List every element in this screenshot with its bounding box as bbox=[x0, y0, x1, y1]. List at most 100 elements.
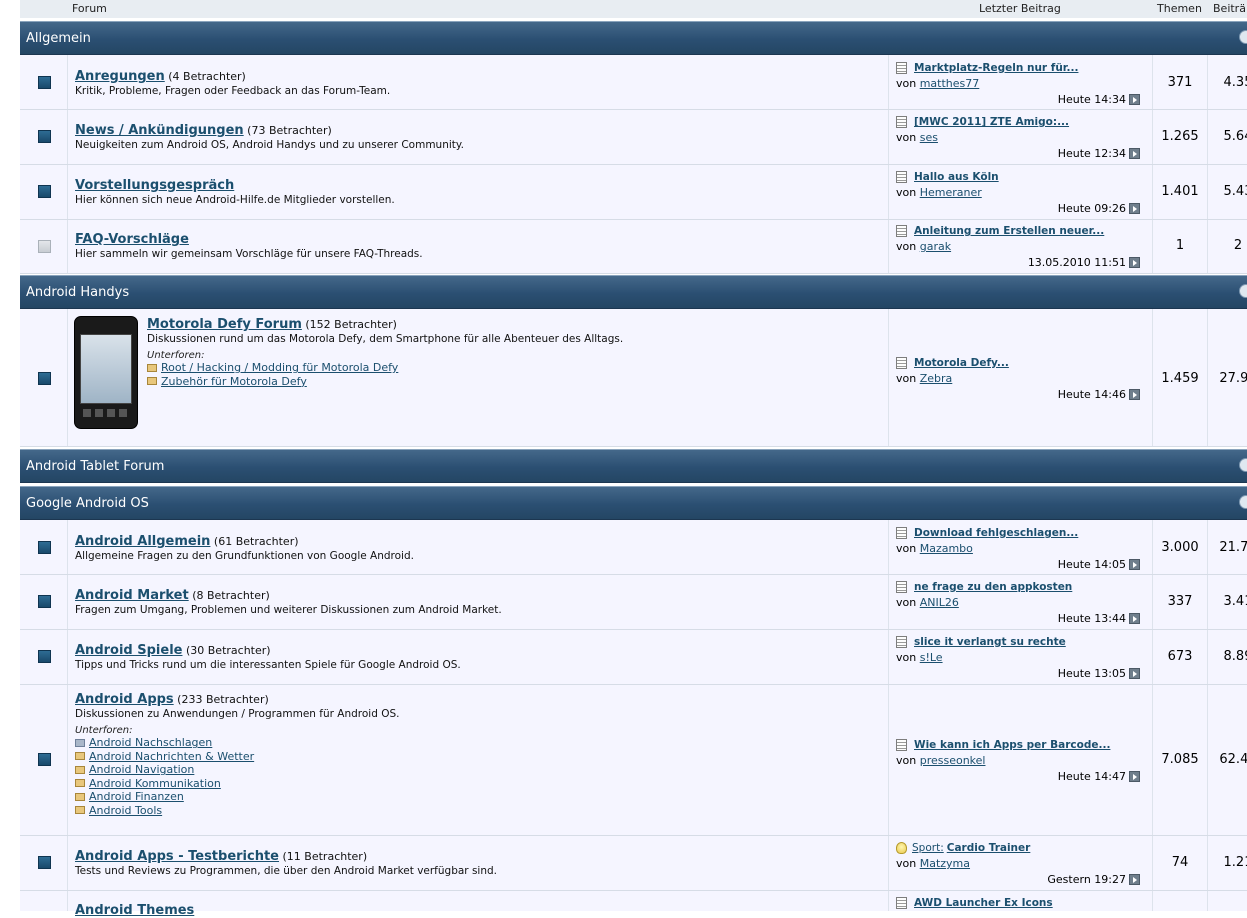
go-to-last-post-icon[interactable] bbox=[1129, 668, 1140, 679]
subforum-link[interactable]: Root / Hacking / Modding für Motorola De… bbox=[161, 361, 398, 374]
last-post-time: Heute 12:34 bbox=[1057, 147, 1126, 160]
subforum-item: Android Nachschlagen bbox=[75, 736, 399, 750]
collapse-icon[interactable] bbox=[1239, 30, 1247, 44]
last-post-user[interactable]: Matzyma bbox=[920, 857, 970, 870]
last-post-time: Heute 14:34 bbox=[1057, 93, 1126, 106]
forum-row: Vorstellungsgespräch Hier können sich ne… bbox=[20, 165, 1247, 220]
go-to-last-post-icon[interactable] bbox=[1129, 613, 1140, 624]
subforum-link[interactable]: Android Navigation bbox=[89, 763, 194, 776]
subforum-link[interactable]: Android Nachrichten & Wetter bbox=[89, 750, 254, 763]
last-post-title[interactable]: Marktplatz-Regeln nur für... bbox=[914, 62, 1078, 74]
last-post-user[interactable]: presseonkel bbox=[920, 754, 986, 767]
viewer-count: (4 Betrachter) bbox=[168, 70, 246, 83]
forum-row: Android Allgemein (61 Betrachter) Allgem… bbox=[20, 520, 1247, 575]
forum-link[interactable]: Android Apps bbox=[75, 692, 174, 707]
section-header-android-tablet-forum[interactable]: Android Tablet Forum bbox=[20, 449, 1247, 483]
last-post-user[interactable]: s!Le bbox=[920, 651, 943, 664]
thread-icon bbox=[896, 636, 907, 648]
last-post-title[interactable]: AWD Launcher Ex Icons bbox=[914, 897, 1053, 909]
forum-link[interactable]: FAQ-Vorschläge bbox=[75, 232, 189, 247]
section-header-allgemein[interactable]: Allgemein bbox=[20, 21, 1247, 55]
thread-prefix[interactable]: Sport: bbox=[912, 842, 944, 854]
last-post-title[interactable]: Hallo aus Köln bbox=[914, 171, 999, 183]
forum-status-new-icon bbox=[38, 753, 51, 766]
subforum-link[interactable]: Android Nachschlagen bbox=[89, 736, 212, 749]
forum-row: News / Ankündigungen (73 Betrachter) Neu… bbox=[20, 110, 1247, 165]
forum-link[interactable]: Motorola Defy Forum bbox=[147, 317, 302, 332]
last-post-title[interactable]: slice it verlangt su rechte bbox=[914, 636, 1066, 648]
last-post-title[interactable]: Motorola Defy... bbox=[914, 357, 1009, 369]
forum-link[interactable]: Vorstellungsgespräch bbox=[75, 178, 234, 193]
by-label: von bbox=[896, 186, 917, 199]
last-post-user[interactable]: Mazambo bbox=[920, 542, 973, 555]
forum-status-new-icon bbox=[38, 372, 51, 385]
go-to-last-post-icon[interactable] bbox=[1129, 771, 1140, 782]
forum-link[interactable]: Android Allgemein bbox=[75, 534, 210, 549]
subforum-link[interactable]: Zubehör für Motorola Defy bbox=[161, 375, 307, 388]
viewer-count: (8 Betrachter) bbox=[192, 589, 270, 602]
last-post-user[interactable]: matthes77 bbox=[920, 77, 980, 90]
column-header-row: Forum Letzter Beitrag Themen Beiträ bbox=[20, 0, 1247, 18]
last-post-user[interactable]: Zebra bbox=[920, 372, 953, 385]
forum-link[interactable]: Android Market bbox=[75, 588, 189, 603]
section-title: Android Tablet Forum bbox=[26, 459, 165, 474]
collapse-icon[interactable] bbox=[1239, 284, 1247, 298]
last-post-user[interactable]: garak bbox=[920, 240, 951, 253]
go-to-last-post-icon[interactable] bbox=[1129, 874, 1140, 885]
thread-count: 673 bbox=[1167, 649, 1193, 664]
forum-status-new-icon bbox=[38, 76, 51, 89]
forum-link[interactable]: News / Ankündigungen bbox=[75, 123, 244, 138]
subforum-item: Android Kommunikation bbox=[75, 777, 399, 791]
last-post-user[interactable]: ses bbox=[920, 131, 938, 144]
last-post-title[interactable]: Download fehlgeschlagen... bbox=[914, 527, 1078, 539]
last-post-time: Heute 09:26 bbox=[1057, 202, 1126, 215]
forum-link[interactable]: Android Apps - Testberichte bbox=[75, 849, 279, 864]
by-label: von bbox=[896, 754, 917, 767]
forum-status-old-icon bbox=[38, 240, 51, 253]
subforum-item: Android Finanzen bbox=[75, 790, 399, 804]
folder-icon bbox=[147, 377, 157, 386]
go-to-last-post-icon[interactable] bbox=[1129, 389, 1140, 400]
by-label: von bbox=[896, 651, 917, 664]
forum-row: Android Apps (233 Betrachter) Diskussion… bbox=[20, 685, 1247, 836]
forum-row: Android Apps - Testberichte (11 Betracht… bbox=[20, 836, 1247, 891]
last-post-title[interactable]: Wie kann ich Apps per Barcode... bbox=[914, 739, 1110, 751]
subforum-link[interactable]: Android Finanzen bbox=[89, 790, 184, 803]
last-post-time: 13.05.2010 11:51 bbox=[1027, 256, 1126, 269]
post-count: 21.70 bbox=[1219, 540, 1247, 555]
go-to-last-post-icon[interactable] bbox=[1129, 148, 1140, 159]
last-post-title[interactable]: ne frage zu den appkosten bbox=[914, 581, 1072, 593]
collapse-icon[interactable] bbox=[1239, 458, 1247, 472]
folder-icon bbox=[75, 792, 85, 801]
forum-description: Kritik, Probleme, Fragen oder Feedback a… bbox=[75, 85, 391, 97]
go-to-last-post-icon[interactable] bbox=[1129, 257, 1140, 268]
forum-status-new-icon bbox=[38, 856, 51, 869]
thread-icon bbox=[896, 357, 907, 369]
last-post-title[interactable]: Cardio Trainer bbox=[947, 842, 1031, 854]
post-count: 27.91 bbox=[1219, 371, 1247, 386]
go-to-last-post-icon[interactable] bbox=[1129, 559, 1140, 570]
section-header-google-android-os[interactable]: Google Android OS bbox=[20, 486, 1247, 520]
thread-icon bbox=[896, 739, 907, 751]
forum-link[interactable]: Anregungen bbox=[75, 69, 165, 84]
forum-description: Neuigkeiten zum Android OS, Android Hand… bbox=[75, 139, 464, 151]
subforum-link[interactable]: Android Kommunikation bbox=[89, 777, 221, 790]
viewer-count: (73 Betrachter) bbox=[247, 124, 332, 137]
last-post-title[interactable]: Anleitung zum Erstellen neuer... bbox=[914, 225, 1104, 237]
by-label: von bbox=[896, 372, 917, 385]
forum-description: Hier können sich neue Android-Hilfe.de M… bbox=[75, 194, 395, 206]
column-themen: Themen bbox=[1157, 2, 1202, 15]
last-post-user[interactable]: ANIL26 bbox=[920, 596, 959, 609]
section-header-android-handys[interactable]: Android Handys bbox=[20, 275, 1247, 309]
viewer-count: (61 Betrachter) bbox=[213, 535, 299, 548]
by-label: von bbox=[896, 77, 917, 90]
last-post-title[interactable]: [MWC 2011] ZTE Amigo:... bbox=[914, 116, 1069, 128]
collapse-icon[interactable] bbox=[1239, 495, 1247, 509]
subforum-link[interactable]: Android Tools bbox=[89, 804, 162, 817]
forum-description: Diskussionen rund um das Motorola Defy, … bbox=[147, 333, 624, 345]
go-to-last-post-icon[interactable] bbox=[1129, 94, 1140, 105]
forum-link[interactable]: Android Spiele bbox=[75, 643, 182, 658]
last-post-user[interactable]: Hemeraner bbox=[920, 186, 982, 199]
go-to-last-post-icon[interactable] bbox=[1129, 203, 1140, 214]
thread-count: 7.085 bbox=[1161, 752, 1199, 767]
